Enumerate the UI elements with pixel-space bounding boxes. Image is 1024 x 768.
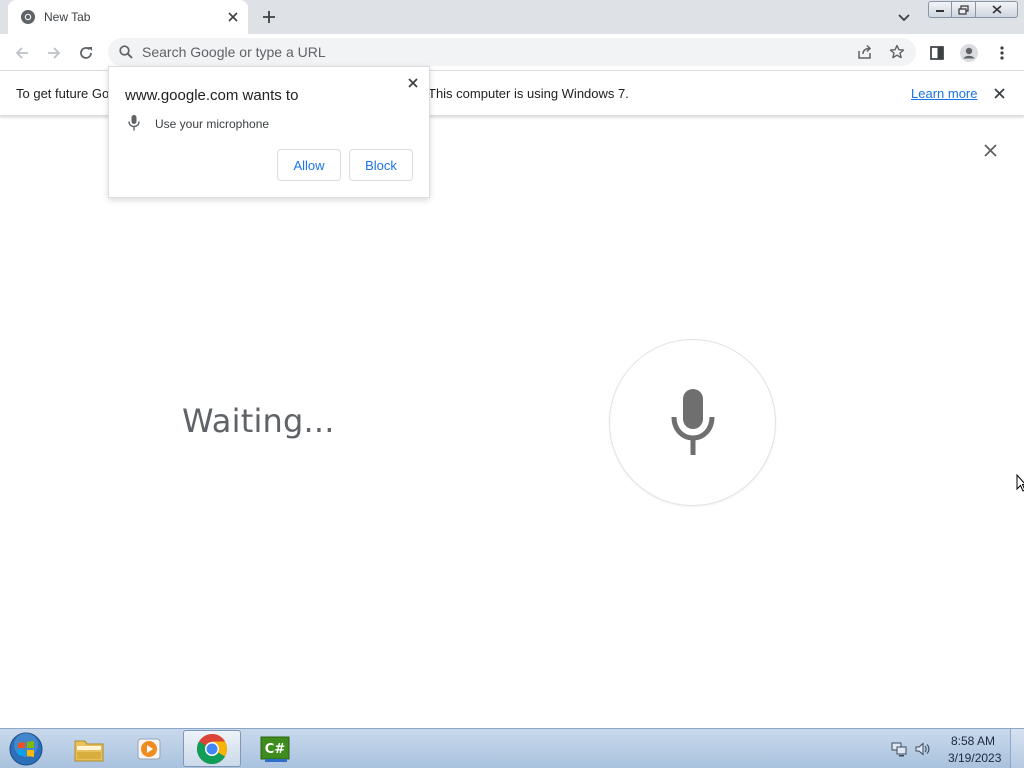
tab-title: New Tab: [44, 10, 91, 24]
infobar-close-icon[interactable]: [990, 84, 1008, 102]
allow-button[interactable]: Allow: [277, 149, 341, 181]
taskbar-csharp[interactable]: C#: [246, 730, 304, 767]
taskbar-explorer[interactable]: [60, 730, 118, 767]
svg-text:C#: C#: [265, 742, 286, 757]
permission-item-label: Use your microphone: [155, 117, 270, 131]
clock-time[interactable]: 8:58 AM: [951, 734, 995, 748]
voice-search-close-icon[interactable]: [980, 140, 1000, 160]
search-icon: [119, 45, 133, 59]
microphone-icon: [128, 115, 140, 131]
permission-title: www.google.com wants to: [125, 87, 299, 104]
bookmark-star-icon[interactable]: [888, 43, 906, 61]
address-input[interactable]: [142, 38, 842, 66]
omnibox[interactable]: [108, 38, 916, 66]
infobar-text-end: This computer is using Windows 7.: [428, 86, 629, 101]
forward-button[interactable]: [40, 39, 68, 67]
taskbar-media-player[interactable]: [120, 730, 178, 767]
windows-explorer-icon: [74, 740, 104, 761]
tab-strip: New Tab: [0, 0, 1024, 34]
infobar-text-start: To get future Go: [16, 86, 110, 101]
taskbar-chrome[interactable]: [183, 730, 241, 767]
restore-button[interactable]: [952, 1, 976, 18]
share-icon[interactable]: [856, 43, 874, 61]
learn-more-link[interactable]: Learn more: [911, 86, 977, 101]
network-icon[interactable]: [891, 741, 907, 757]
tab-search-chevron-icon[interactable]: [894, 8, 914, 28]
voice-search-mic-button[interactable]: [609, 339, 776, 506]
tab-new-tab[interactable]: New Tab: [8, 0, 248, 34]
chrome-icon: [196, 733, 228, 764]
start-button[interactable]: [6, 731, 46, 767]
chrome-icon: [21, 10, 35, 24]
profile-avatar-icon[interactable]: [955, 39, 983, 67]
reload-button[interactable]: [72, 39, 100, 67]
window-close-button[interactable]: [976, 1, 1018, 18]
mouse-cursor-icon: [1016, 474, 1024, 492]
windows-taskbar: C# 8:58 AM 3/19/2023: [0, 728, 1024, 768]
block-button[interactable]: Block: [349, 149, 413, 181]
show-desktop-button[interactable]: [1010, 729, 1024, 768]
new-tab-button[interactable]: [258, 6, 280, 28]
microphone-icon: [671, 388, 714, 455]
media-player-icon: [137, 738, 161, 759]
clock-date[interactable]: 3/19/2023: [948, 751, 1001, 765]
csharp-icon: C#: [260, 736, 290, 762]
window-controls: [928, 1, 1018, 18]
tab-close-icon[interactable]: [224, 8, 242, 26]
windows-orb-icon: [9, 732, 43, 766]
side-panel-icon[interactable]: [923, 39, 951, 67]
back-button[interactable]: [8, 39, 36, 67]
permission-prompt: www.google.com wants to Use your microph…: [108, 66, 430, 198]
volume-icon[interactable]: [914, 741, 930, 757]
minimize-button[interactable]: [928, 1, 952, 18]
permission-close-icon[interactable]: [405, 75, 421, 91]
menu-kebab-icon[interactable]: [988, 39, 1016, 67]
voice-search-status: Waiting...: [182, 402, 335, 440]
